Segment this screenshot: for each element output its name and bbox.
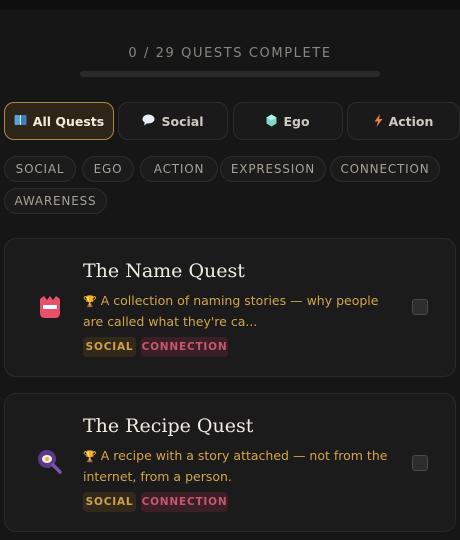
quest-description-text: A collection of naming stories — why peo… <box>83 293 379 329</box>
quest-title: The Name Quest <box>83 260 245 282</box>
filter-ego-button[interactable]: Ego <box>233 102 343 140</box>
speech-bubble-icon <box>142 114 155 128</box>
quest-title: The Recipe Quest <box>83 415 254 437</box>
tag-expression[interactable]: EXPRESSION <box>220 156 326 182</box>
tag-awareness[interactable]: AWARENESS <box>4 188 107 214</box>
trophy-icon: 🏆 <box>83 450 97 463</box>
filter-label: Ego <box>283 113 310 129</box>
book-icon <box>14 114 27 128</box>
category-filters: All Quests Social Ego Action <box>4 102 460 140</box>
quest-complete-checkbox[interactable] <box>412 299 428 315</box>
top-bar <box>0 0 460 10</box>
quest-chip-connection: CONNECTION <box>141 337 228 357</box>
filter-label: Action <box>388 113 434 129</box>
trophy-icon: 🏆 <box>83 295 97 308</box>
quest-card-name[interactable]: The Name Quest 🏆 A collection of naming s… <box>4 238 456 377</box>
tag-social[interactable]: SOCIAL <box>4 156 76 182</box>
name-badge-icon <box>36 293 64 321</box>
progress-bar <box>80 71 380 77</box>
filter-social-button[interactable]: Social <box>118 102 228 140</box>
tag-action[interactable]: ACTION <box>140 156 218 182</box>
filter-label: All Quests <box>32 113 105 129</box>
crystal-icon <box>266 114 277 129</box>
quest-description-text: A recipe with a story attached — not fro… <box>83 448 388 484</box>
filter-action-button[interactable]: Action <box>347 102 460 140</box>
filter-all-quests-button[interactable]: All Quests <box>4 102 114 140</box>
quest-description: 🏆 A collection of naming stories — why pe… <box>83 291 399 332</box>
quest-complete-checkbox[interactable] <box>412 455 428 471</box>
quest-card-recipe[interactable]: The Recipe Quest 🏆 A recipe with a story … <box>4 393 456 532</box>
quest-chip-social: SOCIAL <box>83 337 136 357</box>
tag-connection[interactable]: CONNECTION <box>330 156 440 182</box>
quest-chip-connection: CONNECTION <box>141 492 228 512</box>
tag-ego[interactable]: EGO <box>82 156 134 182</box>
progress-label: 0 / 29 QUESTS COMPLETE <box>128 46 332 61</box>
lightning-icon <box>374 113 383 129</box>
quest-description: 🏆 A recipe with a story attached — not fr… <box>83 446 399 487</box>
quest-chip-social: SOCIAL <box>83 492 136 512</box>
egg-magnifier-icon <box>36 448 64 476</box>
filter-label: Social <box>161 113 204 129</box>
